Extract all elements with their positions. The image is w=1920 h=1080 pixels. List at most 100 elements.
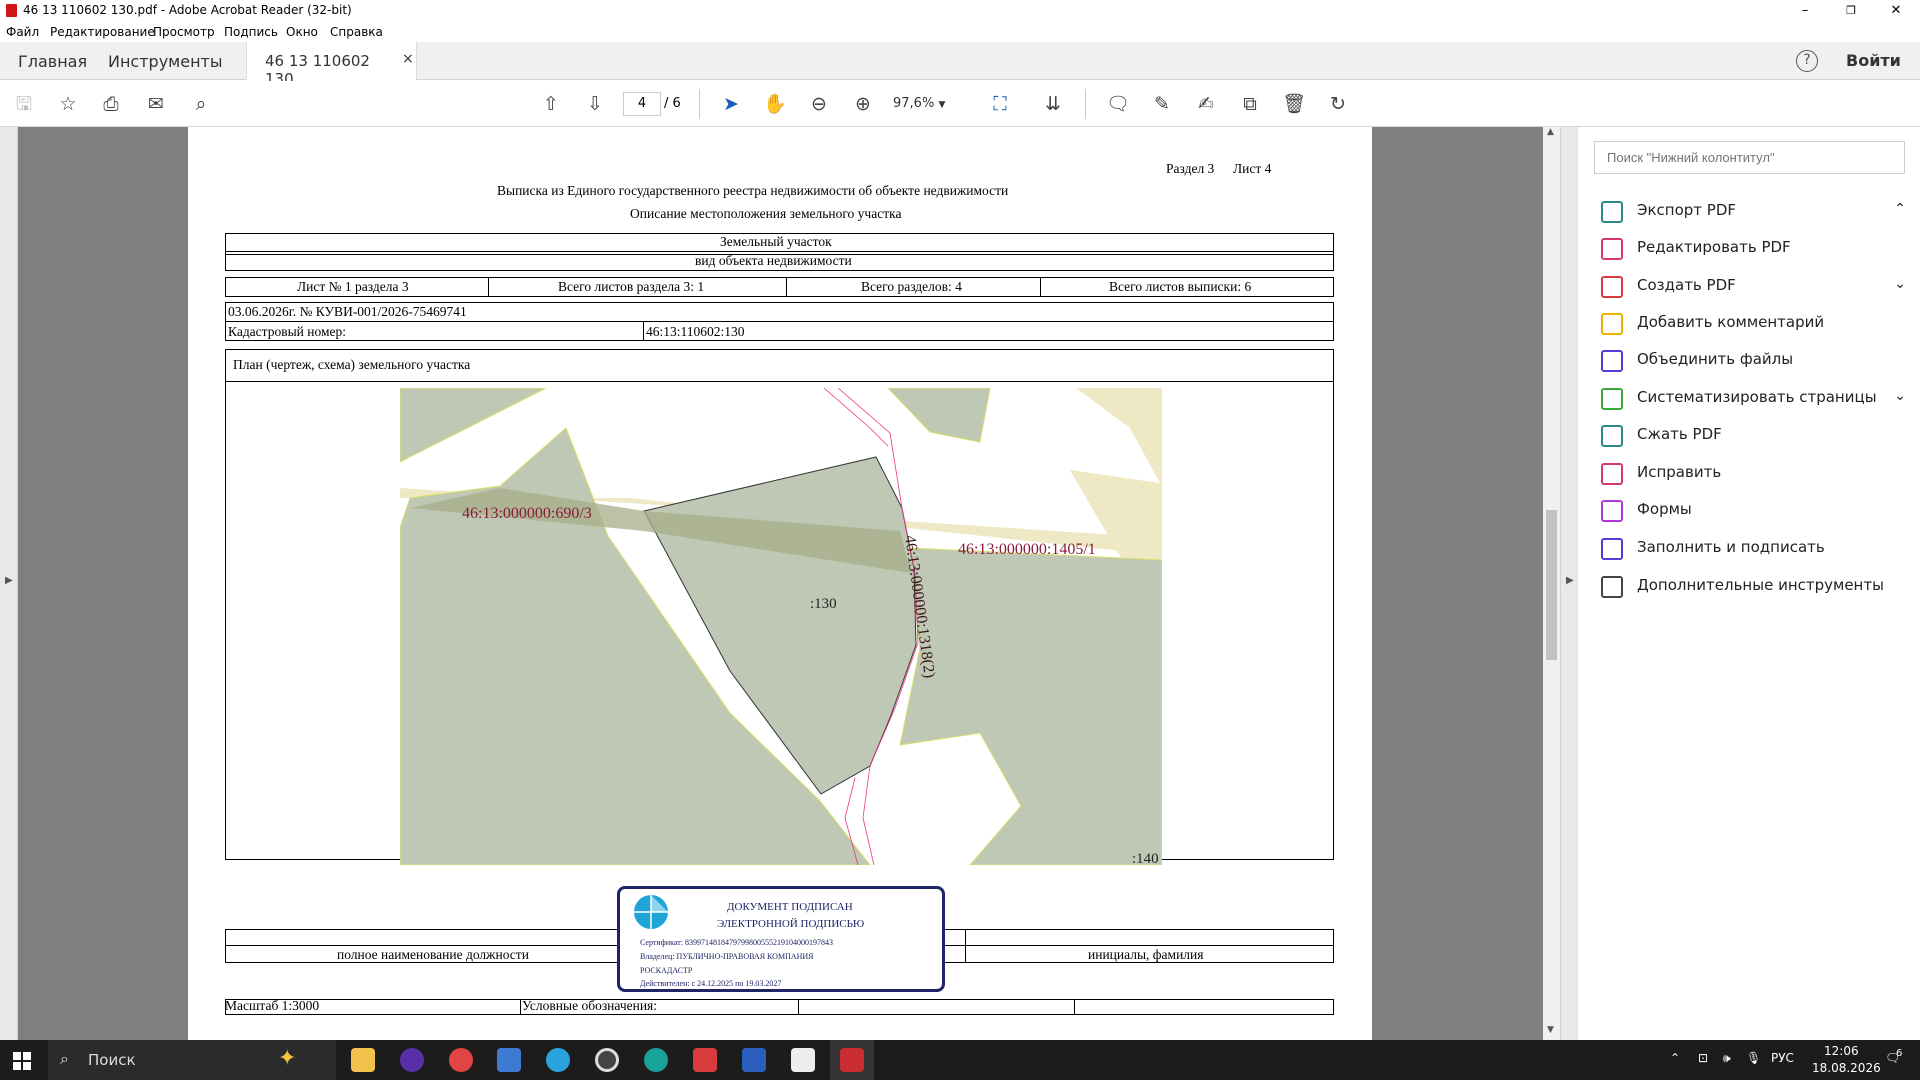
language-indicator[interactable]: РУС [1771,1051,1794,1065]
minimize-button[interactable]: – [1783,0,1827,21]
tool-item-7[interactable]: Исправить [1601,459,1906,489]
scrollbar-thumb[interactable] [1546,510,1557,660]
menu-window[interactable]: Окно [286,25,318,39]
tool-item-6[interactable]: Сжать PDF [1601,421,1906,451]
menu-edit[interactable]: Редактирование [50,25,155,39]
page-total: / 6 [664,96,681,111]
left-panel-collapsed[interactable]: ▶ [0,127,18,1040]
right-panel-toggle[interactable]: ▶ [1560,127,1578,1040]
app-icon[interactable] [644,1048,668,1072]
word-icon[interactable] [742,1048,766,1072]
menu-file[interactable]: Файл [6,25,39,39]
chevron-icon[interactable]: ⌄ [1894,276,1906,292]
document-scrollbar[interactable]: ▲ ▼ [1543,127,1560,1040]
comment-icon [1601,313,1623,335]
prev-page-icon[interactable]: ⇧ [538,91,564,117]
app-icon[interactable] [595,1048,619,1072]
tool-item-2[interactable]: Создать PDF ⌄ [1601,272,1906,302]
app-icon[interactable] [693,1048,717,1072]
bookmark-star-icon[interactable]: ☆ [55,91,81,117]
tab-home[interactable]: Главная [18,52,87,71]
menu-sign[interactable]: Подпись [224,25,278,39]
comment-icon[interactable]: 🗨 [1105,91,1131,117]
forms-icon [1601,500,1623,522]
menu-bar: Файл Редактирование Просмотр Подпись Окн… [0,21,1920,42]
tab-tools[interactable]: Инструменты [108,52,223,71]
zoom-level-value: 97,6% [893,96,935,111]
sign-icon[interactable]: ✍ [1193,91,1219,117]
login-button[interactable]: Войти [1846,51,1901,70]
next-page-icon[interactable]: ⇩ [582,91,608,117]
tool-item-label: Формы [1637,500,1692,518]
organize-icon [1601,388,1623,410]
fit-page-icon[interactable]: ⛶ [987,91,1013,117]
volume-icon[interactable]: 🕪 [1723,1051,1731,1066]
scale-text: Масштаб 1:3000 [225,998,320,1013]
collapse-right-icon[interactable]: ▶ [1566,575,1574,586]
clock-time[interactable]: 12:06 [1824,1044,1859,1058]
tools-search-input[interactable] [1594,141,1905,174]
7zip-icon[interactable] [791,1048,815,1072]
calculator-icon[interactable] [497,1048,521,1072]
highlight-pen-icon[interactable]: ✎ [1149,91,1175,117]
send-sign-icon[interactable]: ⧉ [1237,91,1263,117]
tab-close-icon[interactable]: × [402,51,414,67]
close-button[interactable]: ✕ [1874,0,1918,21]
tray-chevron-icon[interactable]: ⌃ [1670,1051,1680,1065]
tool-item-8[interactable]: Формы [1601,496,1906,526]
save-icon[interactable]: 🖫 [11,91,37,117]
file-explorer-icon[interactable] [351,1048,375,1072]
divider [225,321,1334,322]
select-cursor-icon[interactable]: ➤ [718,91,744,117]
divider [1074,999,1075,1015]
tool-item-label: Сжать PDF [1637,425,1722,443]
tab-document[interactable]: 46 13 110602 130.... × [246,42,417,88]
create-pdf-icon [1601,276,1623,298]
scroll-down-icon[interactable]: ▼ [1547,1025,1554,1035]
clock-date[interactable]: 18.08.2026 [1812,1061,1881,1075]
rotate-icon[interactable]: ↻ [1325,91,1351,117]
tool-item-label: Исправить [1637,463,1722,481]
hand-tool-icon[interactable]: ✋ [762,91,788,117]
window-titlebar: 46 13 110602 130.pdf - Adobe Acrobat Rea… [0,0,1920,21]
plan-title: План (чертеж, схема) земельного участка [233,357,471,372]
map-label-140: :140 [1132,851,1159,865]
document-viewport[interactable]: Раздел 3 Лист 4 Выписка из Единого госуд… [18,127,1543,1040]
print-icon[interactable]: ⎙ [98,91,124,117]
export-pdf-icon [1601,201,1623,223]
tool-item-5[interactable]: Систематизировать страницы ⌄ [1601,384,1906,414]
tool-item-0[interactable]: Экспорт PDF ⌃ [1601,197,1906,227]
menu-view[interactable]: Просмотр [153,25,215,39]
yandex-browser-icon[interactable] [400,1048,424,1072]
windows-start-icon[interactable] [13,1052,31,1070]
telegram-icon[interactable] [546,1048,570,1072]
menu-help[interactable]: Справка [330,25,383,39]
tool-item-4[interactable]: Объединить файлы [1601,346,1906,376]
maximize-button[interactable]: ❐ [1829,0,1873,21]
zoom-out-icon[interactable]: ⊖ [806,91,832,117]
tool-item-label: Добавить комментарий [1637,313,1825,331]
network-icon[interactable]: ⊡ [1698,1051,1708,1065]
scroll-up-icon[interactable]: ▲ [1547,127,1554,137]
page-number-input[interactable]: 4 [623,92,661,116]
tool-item-9[interactable]: Заполнить и подписать [1601,534,1906,564]
mic-icon[interactable]: 🎙 [1746,1051,1761,1065]
delete-icon[interactable]: 🗑 [1281,91,1307,117]
tool-item-1[interactable]: Редактировать PDF [1601,234,1906,264]
tool-item-10[interactable]: Дополнительные инструменты [1601,572,1906,602]
tool-item-3[interactable]: Добавить комментарий [1601,309,1906,339]
search-zoom-icon[interactable]: ⌕ [188,91,214,117]
zoom-level-select[interactable]: 97,6% ▼ [893,92,963,116]
taskbar-search[interactable]: ⌕ Поиск ✦ [48,1040,336,1080]
scroll-mode-icon[interactable]: ⇊ [1040,91,1066,117]
cadastral-number: 46:13:110602:130 [646,324,745,339]
chevron-icon[interactable]: ⌃ [1894,201,1906,217]
zoom-in-icon[interactable]: ⊕ [850,91,876,117]
cadastral-label: Кадастровый номер: [228,324,347,339]
notification-count: 6 [1896,1048,1903,1059]
help-icon[interactable]: ? [1796,50,1818,72]
expand-left-icon[interactable]: ▶ [5,575,13,586]
app-icon[interactable] [449,1048,473,1072]
email-icon[interactable]: ✉ [143,91,169,117]
chevron-icon[interactable]: ⌄ [1894,388,1906,404]
